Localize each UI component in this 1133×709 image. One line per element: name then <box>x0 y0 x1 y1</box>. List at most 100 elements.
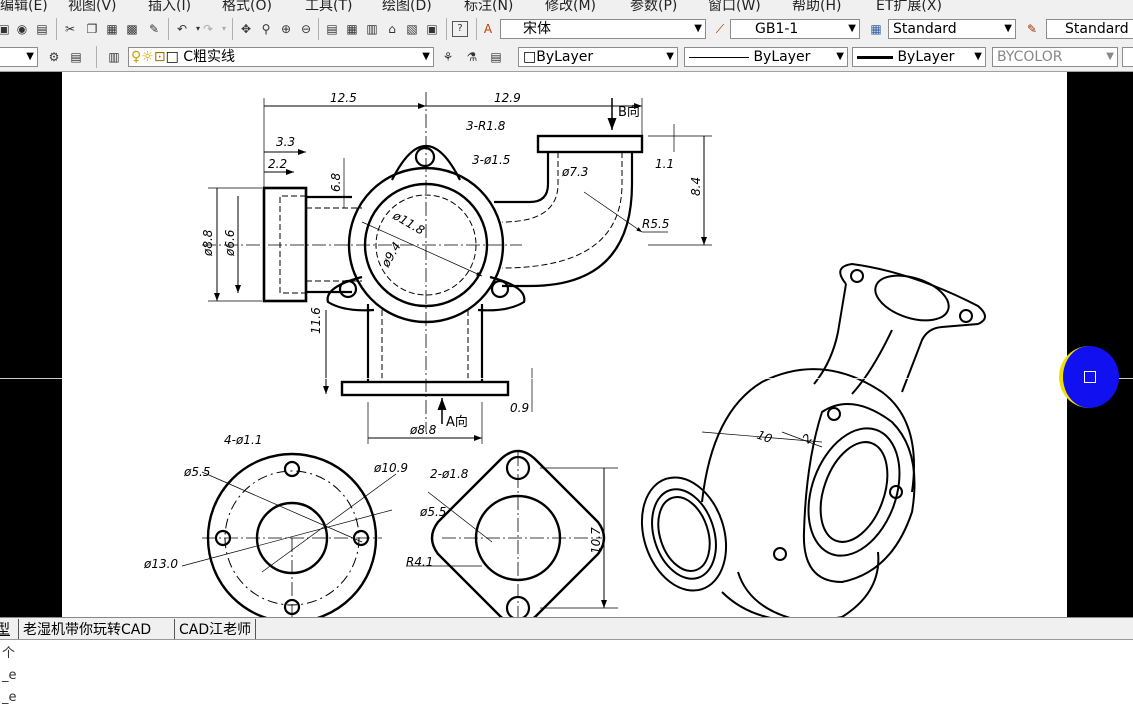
paste-block-icon[interactable]: ▩ <box>124 21 140 37</box>
dim-dia-9-4: ø9.4 <box>378 240 404 271</box>
dim-style-icon[interactable]: ⟋ <box>712 21 728 37</box>
command-history-line: _e <box>2 668 17 683</box>
dimstyle-select[interactable]: GB1-1 ▼ <box>730 19 860 39</box>
zoom-realtime-icon[interactable]: ⚲ <box>258 21 274 37</box>
menu-draw[interactable]: 绘图(D) <box>382 0 432 14</box>
extra-select[interactable] <box>1122 47 1133 67</box>
dim-10-7: 10.7 <box>589 527 603 554</box>
color-swatch-icon: □ <box>523 49 537 65</box>
markup-icon[interactable]: ▧ <box>404 21 420 37</box>
view-a-label: A向 <box>446 414 468 430</box>
dim-dia-5-5b: ø5.5 <box>419 505 446 519</box>
textstyle-select-value: Standard <box>893 21 957 37</box>
color-select[interactable]: □ByLayer ▼ <box>518 47 678 67</box>
lineweight-select-value: ByLayer <box>897 49 955 65</box>
redo-dropdown-icon[interactable]: ▾ <box>216 21 232 37</box>
command-window[interactable]: 个 _e _e <box>0 639 1133 709</box>
dim-3-hole-1-5: 3-ø1.5 <box>472 153 510 167</box>
dim-3-3: 3.3 <box>276 135 295 149</box>
tablestyle-select[interactable]: Standard <box>1046 19 1133 39</box>
plotstyle-select[interactable]: BYCOLOR ▼ <box>992 47 1118 67</box>
zoom-window-icon[interactable]: ⊕ <box>278 21 294 37</box>
layer-states-icon[interactable]: ▤ <box>488 49 504 65</box>
match-properties-icon[interactable]: ✎ <box>146 21 162 37</box>
etransmit-icon[interactable]: ▤ <box>34 21 50 37</box>
help-icon[interactable]: ? <box>452 21 468 37</box>
chevron-down-icon: ▼ <box>1004 23 1012 34</box>
layer-properties-icon[interactable]: ▥ <box>106 49 122 65</box>
layer-select[interactable]: ♀☼⊡□ C粗实线 ▼ <box>128 47 434 67</box>
multileader-style-icon[interactable]: ✎ <box>1024 21 1040 37</box>
menu-bar: 编辑(E) 视图(V) 插入(I) 格式(O) 工具(T) 绘图(D) 标注(N… <box>0 0 1133 14</box>
sheet-set-icon[interactable]: ⌂ <box>384 21 400 37</box>
linetype-select-value: ByLayer <box>753 49 811 65</box>
view-b-label: B向 <box>618 104 640 120</box>
paste-icon[interactable]: ▦ <box>104 21 120 37</box>
dim-6-8: 6.8 <box>329 173 343 192</box>
chevron-down-icon: ▼ <box>26 51 34 62</box>
publish-icon[interactable]: ▣ <box>0 21 12 37</box>
menu-insert[interactable]: 插入(I) <box>148 0 191 14</box>
linetype-select[interactable]: ByLayer ▼ <box>684 47 848 67</box>
zoom-previous-icon[interactable]: ⊖ <box>298 21 314 37</box>
chevron-down-icon: ▼ <box>422 51 430 62</box>
color-select-value: ByLayer <box>536 49 594 65</box>
menu-parameters[interactable]: 参数(P) <box>630 0 677 14</box>
tab-model[interactable]: 型 <box>0 619 10 639</box>
menu-edit[interactable]: 编辑(E) <box>0 0 48 14</box>
menu-format[interactable]: 格式(O) <box>222 0 272 14</box>
textstyle-select[interactable]: Standard ▼ <box>888 19 1016 39</box>
text-style-icon[interactable]: A <box>480 21 496 37</box>
tab-layout-1[interactable]: 老湿机带你玩转CAD <box>18 619 155 639</box>
table-style-icon[interactable]: ▦ <box>868 21 884 37</box>
layer-manager-icon[interactable]: ▤ <box>68 49 84 65</box>
undo-icon[interactable]: ↶ <box>174 21 190 37</box>
menu-help[interactable]: 帮助(H) <box>792 0 841 14</box>
separator <box>476 18 477 40</box>
tab-layout-2[interactable]: CAD江老师 <box>174 619 257 639</box>
dim-dia-5-5: ø5.5 <box>183 465 210 479</box>
font-select[interactable]: 宋体 ▼ <box>500 19 706 39</box>
design-center-icon[interactable]: ▦ <box>344 21 360 37</box>
quickcalc-icon[interactable]: ▣ <box>424 21 440 37</box>
crosshair-horizontal <box>0 378 1133 379</box>
pan-icon[interactable]: ✥ <box>238 21 254 37</box>
layers-toolbar: ▼ ⚙ ▤ ▥ ♀☼⊡□ C粗实线 ▼ ⚘ ⚗ ▤ □ByLayer ▼ ByL… <box>0 43 1133 72</box>
make-object-layer-current-icon[interactable]: ⚘ <box>440 49 456 65</box>
menu-window[interactable]: 窗口(W) <box>708 0 761 14</box>
separator <box>446 18 447 40</box>
lineweight-select[interactable]: ByLayer ▼ <box>852 47 986 67</box>
redo-icon[interactable]: ↷ <box>200 21 216 37</box>
lock-icon: ⊡ <box>153 49 166 65</box>
properties-icon[interactable]: ▤ <box>324 21 340 37</box>
plotstyle-select-value: BYCOLOR <box>997 49 1063 65</box>
dim-dia-13-0: ø13.0 <box>143 557 178 571</box>
menu-modify[interactable]: 修改(M) <box>545 0 596 14</box>
cut-icon[interactable]: ✂ <box>62 21 78 37</box>
menu-et-express[interactable]: ET扩展(X) <box>876 0 942 14</box>
tablestyle-select-value: Standard <box>1065 21 1129 37</box>
chevron-down-icon: ▼ <box>666 51 674 62</box>
3d-dwf-icon[interactable]: ◉ <box>14 21 30 37</box>
dim-r4-1: R4.1 <box>406 555 433 569</box>
separator <box>232 18 233 40</box>
font-select-value: 宋体 <box>523 21 551 37</box>
menu-view[interactable]: 视图(V) <box>68 0 117 14</box>
tool-palettes-icon[interactable]: ▥ <box>364 21 380 37</box>
menu-tools[interactable]: 工具(T) <box>305 0 352 14</box>
workspace-settings-icon[interactable]: ⚙ <box>46 49 62 65</box>
layer-previous-icon[interactable]: ⚗ <box>464 49 480 65</box>
workspace-select[interactable]: ▼ <box>0 47 38 67</box>
drawing-area[interactable]: 12.5 12.9 3.3 2.2 6.8 3-R1.8 3-ø1.5 ø7.3… <box>0 72 1133 626</box>
dim-dia-11-8: ø11.8 <box>390 208 428 238</box>
separator <box>96 46 97 68</box>
dim-dia-10-9: ø10.9 <box>373 461 408 475</box>
standard-toolbar: ▣ ◉ ▤ ✂ ❐ ▦ ▩ ✎ ↶ ▾ ↷ ▾ ✥ ⚲ ⊕ ⊖ ▤ ▦ ▥ ⌂ … <box>0 14 1133 44</box>
dim-11-6: 11.6 <box>309 307 323 334</box>
dim-dia-8-8: ø8.8 <box>201 229 215 257</box>
chevron-down-icon: ▼ <box>848 23 856 34</box>
menu-dimension[interactable]: 标注(N) <box>464 0 513 14</box>
dim-dia-8-8b: ø8.8 <box>409 423 437 437</box>
sun-icon: ☼ <box>141 49 154 65</box>
copy-icon[interactable]: ❐ <box>84 21 100 37</box>
